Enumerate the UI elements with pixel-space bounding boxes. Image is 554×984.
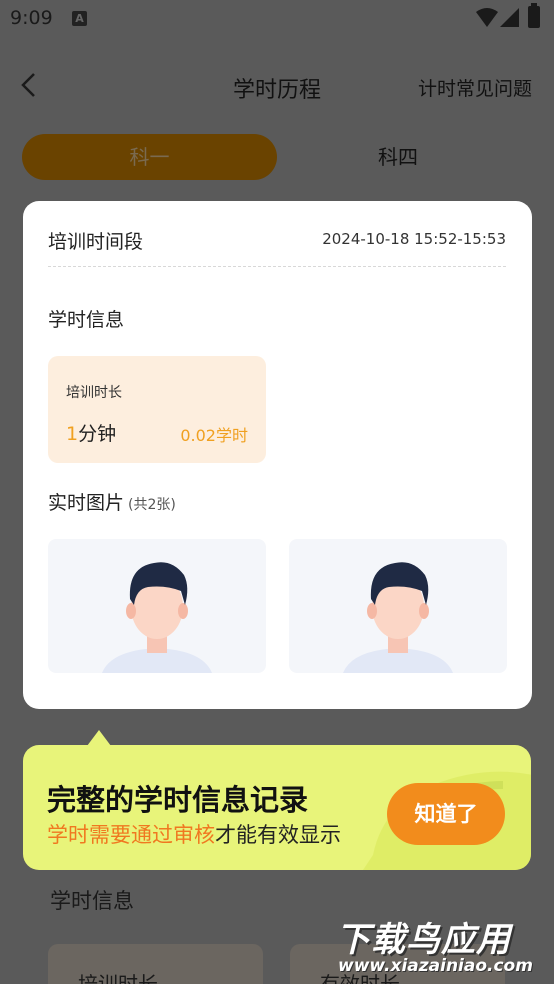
avatar-placeholder-icon xyxy=(343,562,453,673)
status-time: 9:09 xyxy=(10,7,53,29)
tab-subject-1[interactable]: 科一 xyxy=(22,134,277,180)
training-period-label: 培训时间段 xyxy=(48,231,144,253)
avatar-placeholder-icon xyxy=(102,562,212,673)
training-period-row: 培训时间段 2024-10-18 15:52-15:53 xyxy=(48,227,506,267)
duration-label: 培训时长 xyxy=(66,385,122,401)
nav-bar: 学时历程 计时常见问题 xyxy=(0,60,554,110)
tab-subject-4[interactable]: 科四 xyxy=(300,134,496,180)
wifi-icon xyxy=(476,8,498,27)
faq-link[interactable]: 计时常见问题 xyxy=(418,74,532,101)
photos-section-title: 实时图片 (共2张) xyxy=(48,492,176,514)
training-record-card: 培训时间段 2024-10-18 15:52-15:53 学时信息 培训时长 1… xyxy=(23,201,532,709)
app-notification-icon: A xyxy=(72,11,87,26)
tip-pointer xyxy=(87,730,111,746)
duration-minutes: 1分钟 xyxy=(66,423,117,445)
tip-subtext: 学时需要通过审核才能有效显示 xyxy=(47,823,341,847)
duration-box: 培训时长 1分钟 0.02学时 xyxy=(48,356,266,463)
guide-tip-banner: 完整的学时信息记录 学时需要通过审核才能有效显示 知道了 xyxy=(23,745,531,870)
duration-hours: 0.02学时 xyxy=(180,426,248,445)
status-bar: 9:09 A xyxy=(0,0,554,38)
photos-count: (共2张) xyxy=(128,497,176,513)
tip-headline: 完整的学时信息记录 xyxy=(47,783,309,817)
signal-icon xyxy=(500,8,519,27)
info-section-title: 学时信息 xyxy=(48,309,125,331)
bg-duration-box: 培训时长 xyxy=(48,944,263,984)
training-period-value: 2024-10-18 15:52-15:53 xyxy=(322,230,506,248)
watermark-logo: 下载鸟应用 www.xiazainiao.com xyxy=(336,920,533,976)
photo-thumbnail[interactable] xyxy=(48,539,266,673)
got-it-button[interactable]: 知道了 xyxy=(387,783,505,845)
photo-thumbnail[interactable] xyxy=(289,539,507,673)
bg-info-section-title: 学时信息 xyxy=(50,889,134,913)
battery-icon xyxy=(528,3,540,28)
